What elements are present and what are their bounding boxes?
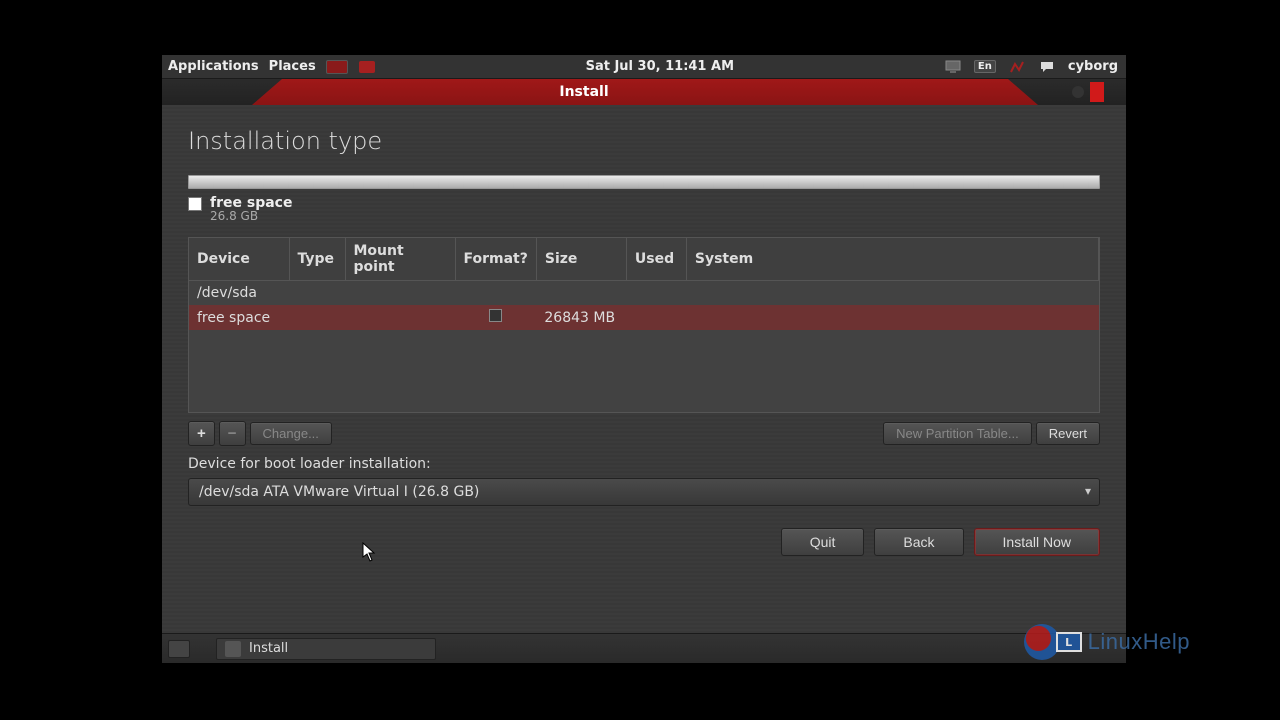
watermark: L LinuxHelp [1024, 624, 1190, 660]
col-mount[interactable]: Mount point [345, 238, 455, 281]
col-used[interactable]: Used [626, 238, 686, 281]
cell [686, 305, 1098, 330]
cell [626, 305, 686, 330]
top-panel: Applications Places Sat Jul 30, 11:41 AM… [162, 55, 1126, 79]
remove-partition-button[interactable]: − [219, 421, 246, 446]
legend-swatch [188, 197, 202, 211]
revert-button[interactable]: Revert [1036, 422, 1100, 445]
places-menu[interactable]: Places [269, 59, 316, 74]
boot-device-dropdown[interactable]: /dev/sda ATA VMware Virtual I (26.8 GB) [188, 478, 1100, 506]
col-size[interactable]: Size [536, 238, 626, 281]
partition-actions: + − Change... New Partition Table... Rev… [188, 421, 1100, 446]
install-now-button[interactable]: Install Now [974, 528, 1100, 556]
wizard-buttons: Quit Back Install Now [188, 528, 1100, 556]
input-method-badge[interactable]: En [974, 60, 996, 73]
cell [345, 281, 455, 306]
cell [686, 281, 1098, 306]
chat-icon[interactable] [1038, 59, 1056, 75]
install-task-icon [225, 641, 241, 657]
monitor-icon[interactable] [326, 60, 348, 74]
cell [455, 305, 536, 330]
cell [289, 305, 345, 330]
cell [345, 305, 455, 330]
cell [455, 281, 536, 306]
clock[interactable]: Sat Jul 30, 11:41 AM [376, 59, 944, 74]
cell [536, 281, 626, 306]
page-title: Installation type [188, 127, 1100, 155]
window-title: Install [559, 84, 608, 100]
cell: 26843 MB [536, 305, 626, 330]
user-name[interactable]: cyborg [1068, 59, 1118, 74]
col-system[interactable]: System [686, 238, 1098, 281]
cell [289, 281, 345, 306]
cell [626, 281, 686, 306]
col-format[interactable]: Format? [455, 238, 536, 281]
applications-menu[interactable]: Applications [168, 59, 259, 74]
col-type[interactable]: Type [289, 238, 345, 281]
col-device[interactable]: Device [189, 238, 289, 281]
quit-button[interactable]: Quit [781, 528, 865, 556]
watermark-logo-icon [1024, 624, 1060, 660]
legend-size: 26.8 GB [210, 209, 292, 223]
disk-legend: free space 26.8 GB [188, 195, 1100, 223]
taskbar: Install [162, 633, 1126, 663]
display-icon[interactable] [944, 59, 962, 75]
cell: free space [189, 305, 289, 330]
boot-loader-label: Device for boot loader installation: [188, 456, 1100, 472]
cell: /dev/sda [189, 281, 289, 306]
show-desktop-icon[interactable] [168, 640, 190, 658]
task-label: Install [249, 641, 288, 656]
table-row[interactable]: /dev/sda [189, 281, 1099, 306]
network-icon[interactable] [1008, 59, 1026, 75]
back-button[interactable]: Back [874, 528, 963, 556]
window-body: Installation type free space 26.8 GB Dev… [162, 105, 1126, 633]
watermark-box-icon: L [1056, 632, 1082, 652]
close-icon[interactable] [1090, 82, 1104, 102]
window-control-dot[interactable] [1072, 86, 1084, 98]
format-checkbox[interactable] [489, 309, 502, 322]
disk-usage-bar [188, 175, 1100, 189]
app-launcher-icon[interactable] [358, 59, 376, 75]
watermark-text: LinuxHelp [1088, 629, 1190, 655]
table-row[interactable]: free space 26843 MB [189, 305, 1099, 330]
taskbar-item-install[interactable]: Install [216, 638, 436, 660]
change-partition-button[interactable]: Change... [250, 422, 332, 445]
add-partition-button[interactable]: + [188, 421, 215, 446]
new-partition-table-button[interactable]: New Partition Table... [883, 422, 1032, 445]
partition-table[interactable]: Device Type Mount point Format? Size Use… [188, 237, 1100, 413]
window-titlebar[interactable]: Install [162, 79, 1126, 105]
